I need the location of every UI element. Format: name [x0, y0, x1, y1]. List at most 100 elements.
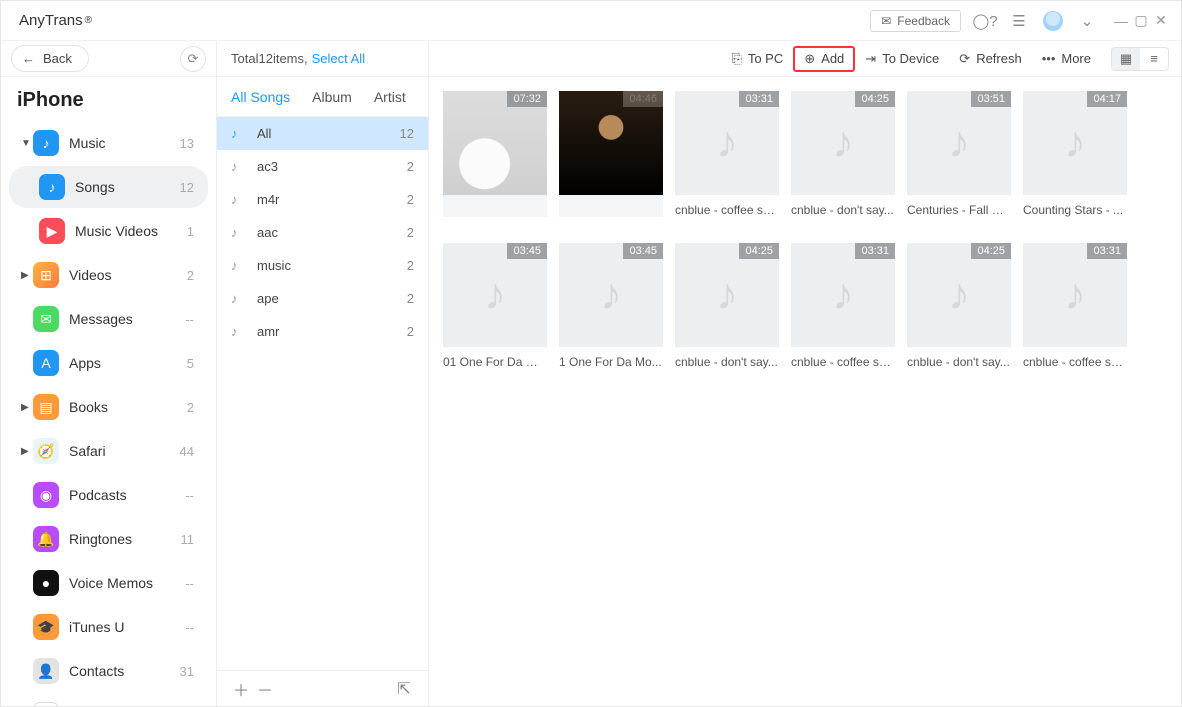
song-title-redacted — [559, 195, 663, 217]
chevron-down-icon[interactable]: ⌄ — [1077, 11, 1097, 31]
format-row-music[interactable]: ♪music2 — [217, 249, 428, 282]
safari-icon: 🧭 — [33, 438, 59, 464]
song-title-redacted — [443, 195, 547, 217]
sidebar-item-messages[interactable]: ✉Messages-- — [9, 298, 208, 340]
music-note-icon: ♪ — [484, 270, 506, 320]
music-note-icon: ♪ — [1064, 270, 1086, 320]
to-pc-icon: ⎘ — [731, 51, 741, 67]
song-cell[interactable]: ♪04:17Counting Stars - ... — [1023, 91, 1127, 217]
device-name: iPhone — [1, 77, 216, 120]
to-device-button[interactable]: ⇥ To Device — [855, 47, 949, 71]
title-bar: AnyTrans ® ✉ Feedback ◯? ☰ ⌄ — ▢ ✕ — [1, 1, 1181, 41]
format-row-aac[interactable]: ♪aac2 — [217, 216, 428, 249]
sidebar-refresh-button[interactable]: ⟳ — [180, 46, 206, 72]
song-cell[interactable]: ♪03:31cnblue - coffee sh... — [1023, 243, 1127, 369]
window-controls: — ▢ ✕ — [1111, 12, 1171, 29]
song-title: cnblue - don't say... — [907, 355, 1011, 369]
export-icon[interactable]: ⇱ — [392, 679, 416, 699]
disclosure-icon: ▶ — [21, 446, 33, 457]
sidebar-item-books[interactable]: ▶▤Books2 — [9, 386, 208, 428]
podcasts-icon: ◉ — [33, 482, 59, 508]
song-cell[interactable]: ♪03:31cnblue - coffee sh... — [791, 243, 895, 369]
sidebar-item-label: iTunes U — [69, 619, 185, 635]
grid-view-button[interactable]: ▦ — [1112, 48, 1140, 70]
song-cell[interactable]: ♪03:31cnblue - coffee sh... — [675, 91, 779, 217]
sidebar-item-itunes-u[interactable]: 🎓iTunes U-- — [9, 606, 208, 648]
select-all-link[interactable]: Select All — [312, 51, 365, 66]
feedback-button[interactable]: ✉ Feedback — [870, 10, 961, 32]
sidebar-item-label: Apps — [69, 355, 187, 371]
songs-icon: ♪ — [39, 174, 65, 200]
refresh-button[interactable]: ⟳ Refresh — [949, 47, 1031, 71]
apps-icon: A — [33, 350, 59, 376]
sidebar-item-ringtones[interactable]: 🔔Ringtones11 — [9, 518, 208, 560]
music-note-icon: ♪ — [716, 118, 738, 168]
format-row-m4r[interactable]: ♪m4r2 — [217, 183, 428, 216]
close-button[interactable]: ✕ — [1151, 12, 1171, 29]
song-cell[interactable]: 04:46 — [559, 91, 663, 217]
song-cell[interactable]: 07:32 — [443, 91, 547, 217]
song-cell[interactable]: ♪04:25 cnblue - don't say... — [675, 243, 779, 369]
view-toggle: ▦ ≡ — [1111, 47, 1169, 71]
sidebar-item-safari[interactable]: ▶🧭Safari44 — [9, 430, 208, 472]
song-cell[interactable]: ♪03:51Centuries - Fall O... — [907, 91, 1011, 217]
help-icon[interactable]: ◯? — [975, 11, 995, 31]
more-button[interactable]: ••• More — [1032, 47, 1101, 70]
sidebar-top: ← Back ⟳ — [1, 41, 216, 77]
sidebar-item-contacts[interactable]: 👤Contacts31 — [9, 650, 208, 692]
music-videos-icon: ▶ — [39, 218, 65, 244]
song-title: cnblue - don't say... — [675, 355, 779, 369]
song-thumbnail: ♪04:17 — [1023, 91, 1127, 195]
song-cell[interactable]: ♪04:25cnblue - don't say... — [907, 243, 1011, 369]
more-label: More — [1061, 51, 1091, 66]
sidebar-item-videos[interactable]: ▶⊞Videos2 — [9, 254, 208, 296]
song-cell[interactable]: ♪04:25cnblue - don't say... — [791, 91, 895, 217]
maximize-button[interactable]: ▢ — [1131, 12, 1151, 29]
format-row-amr[interactable]: ♪amr2 — [217, 315, 428, 348]
avatar[interactable] — [1043, 11, 1063, 31]
tab-all-songs[interactable]: All Songs — [231, 89, 290, 105]
sidebar-item-label: Music Videos — [75, 223, 187, 239]
sidebar-item-count: -- — [185, 576, 194, 591]
sidebar-item-voice-memos[interactable]: ●Voice Memos-- — [9, 562, 208, 604]
sidebar-item-podcasts[interactable]: ◉Podcasts-- — [9, 474, 208, 516]
back-label: Back — [43, 51, 72, 66]
sidebar-item-music-videos[interactable]: ▶Music Videos1 — [9, 210, 208, 252]
list-view-button[interactable]: ≡ — [1140, 48, 1168, 70]
minimize-button[interactable]: — — [1111, 13, 1131, 29]
sidebar-item-calendar[interactable]: 📅Calendar1 — [9, 694, 208, 706]
add-format-button[interactable]: ＋ — [229, 677, 253, 701]
books-icon: ▤ — [33, 394, 59, 420]
voice-memos-icon: ● — [33, 570, 59, 596]
format-row-ac3[interactable]: ♪ac32 — [217, 150, 428, 183]
to-pc-button[interactable]: ⎘ To PC — [721, 47, 793, 71]
remove-format-button[interactable]: － — [253, 677, 277, 701]
sidebar-item-count: 13 — [180, 136, 194, 151]
add-button[interactable]: ⊕ Add — [793, 46, 855, 72]
format-label: ape — [257, 291, 407, 306]
format-row-All[interactable]: ♪All12 — [217, 117, 428, 150]
song-grid: 07:3204:46♪03:31cnblue - coffee sh...♪04… — [429, 77, 1181, 706]
music-icon: ♪ — [33, 130, 59, 156]
sidebar-item-songs[interactable]: ♪Songs12 — [9, 166, 208, 208]
song-thumbnail: ♪04:25 — [675, 243, 779, 347]
tab-album[interactable]: Album — [312, 89, 352, 105]
summary-bar: Total 12 items, Select All — [217, 41, 428, 77]
format-label: m4r — [257, 192, 407, 207]
contacts-icon: 👤 — [33, 658, 59, 684]
format-count: 2 — [407, 225, 414, 240]
song-thumbnail: 04:46 — [559, 91, 663, 195]
song-title: 1 One For Da Mo... — [559, 355, 663, 369]
song-duration: 03:45 — [507, 243, 547, 259]
tab-artist[interactable]: Artist — [374, 89, 406, 105]
sidebar-item-music[interactable]: ▼♪Music13 — [9, 122, 208, 164]
format-row-ape[interactable]: ♪ape2 — [217, 282, 428, 315]
song-cell[interactable]: ♪03:451 One For Da Mo... — [559, 243, 663, 369]
song-title: cnblue - coffee sh... — [791, 355, 895, 369]
song-cell[interactable]: ♪03:4501 One For Da Mo... — [443, 243, 547, 369]
format-icon: ♪ — [231, 324, 249, 339]
music-note-icon: ♪ — [832, 118, 854, 168]
sidebar-item-apps[interactable]: AApps5 — [9, 342, 208, 384]
gift-icon[interactable]: ☰ — [1009, 11, 1029, 31]
back-button[interactable]: ← Back — [11, 45, 89, 72]
